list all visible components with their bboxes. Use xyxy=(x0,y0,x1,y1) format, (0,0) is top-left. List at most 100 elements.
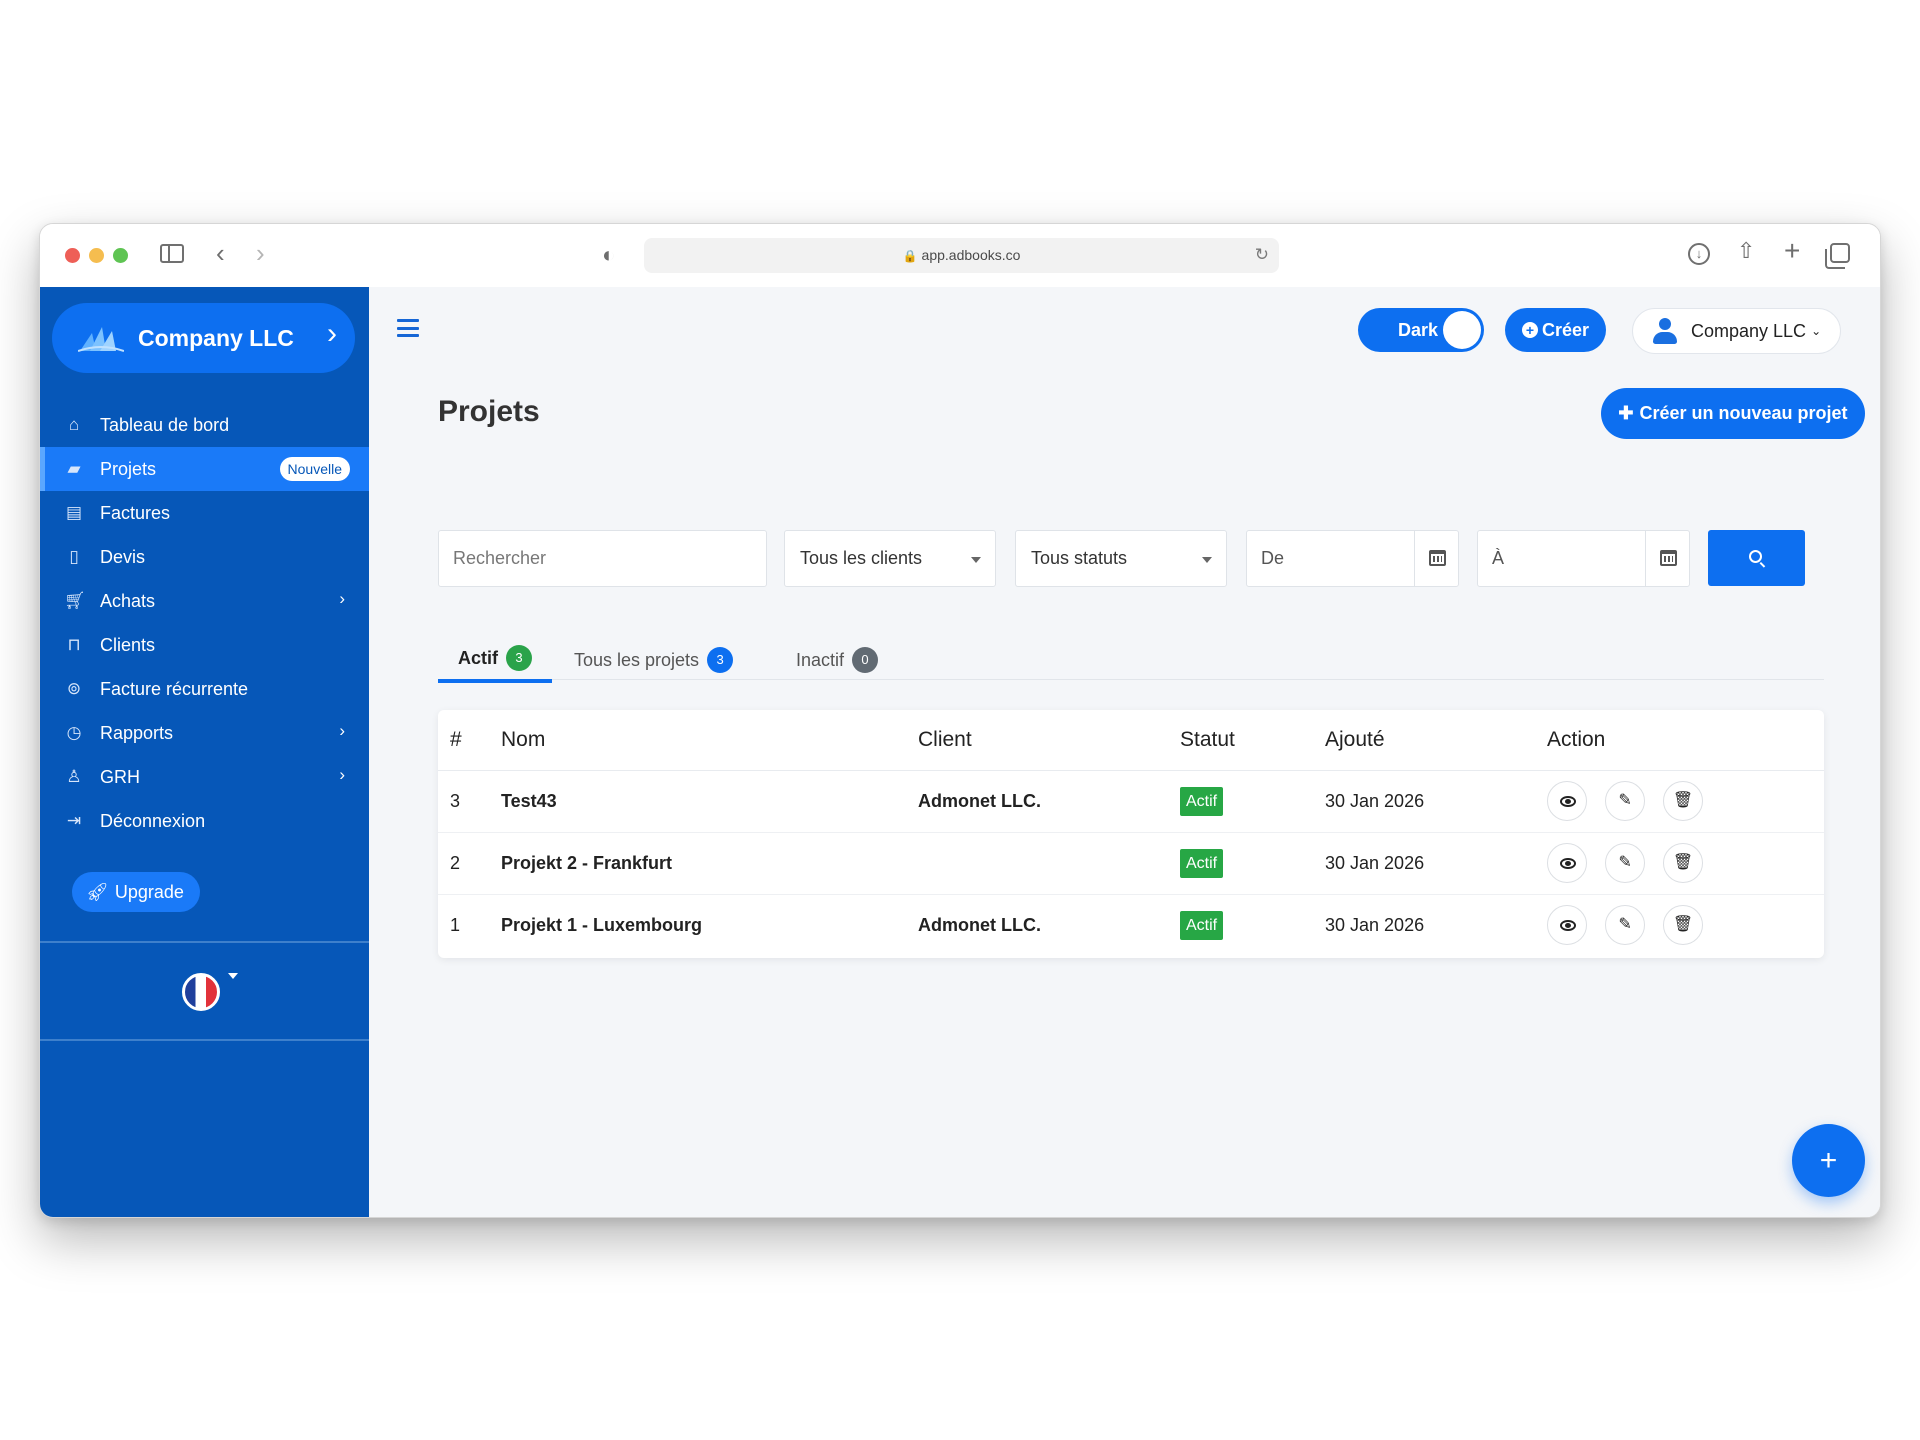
tab-overview-icon[interactable] xyxy=(1825,243,1850,269)
sidebar-item-clients[interactable]: ⊓ Clients xyxy=(40,623,369,667)
brand-logo-icon xyxy=(78,327,124,352)
sidebar-item-label: Factures xyxy=(100,502,171,523)
user-icon: ♙ xyxy=(66,767,82,786)
privacy-shield-icon[interactable]: ◐ xyxy=(602,244,615,266)
forward-icon[interactable]: › xyxy=(256,240,265,266)
caret-down-icon[interactable] xyxy=(228,973,238,979)
create-new-project-button[interactable]: ✚ Créer un nouveau projet xyxy=(1601,388,1865,439)
create-new-project-label: Créer un nouveau projet xyxy=(1639,403,1848,423)
trash-icon: 🗑︎ xyxy=(1672,792,1694,809)
upgrade-button[interactable]: 🚀︎ Upgrade xyxy=(72,872,200,912)
plus-icon: ✚ xyxy=(1618,403,1634,423)
lock-icon: ⊓ xyxy=(67,635,81,654)
tab-all-projects[interactable]: Tous les projets 3 xyxy=(554,640,753,680)
sidebar-item-label: Clients xyxy=(100,634,156,655)
address-bar[interactable]: 🔒 app.adbooks.co ↻ xyxy=(644,238,1279,273)
close-window-button[interactable] xyxy=(65,248,80,263)
sidebar-item-invoices[interactable]: ▤ Factures xyxy=(40,491,369,535)
browser-sidebar-icon[interactable] xyxy=(160,244,184,263)
plus-circle-icon: + xyxy=(1521,322,1538,338)
brand-name: Company LLC xyxy=(138,325,294,351)
delete-button[interactable]: 🗑︎ xyxy=(1663,843,1704,883)
search-input[interactable] xyxy=(438,530,767,587)
cell-actions: ✎ 🗑︎ xyxy=(1547,832,1824,895)
clients-select[interactable]: Tous les clients xyxy=(784,530,996,587)
table-row: 3 Test43 Admonet LLC. Actif 30 Jan 2026 … xyxy=(438,770,1824,833)
cell-num: 2 xyxy=(438,832,501,895)
dark-mode-toggle[interactable]: Dark xyxy=(1358,308,1484,352)
view-button[interactable] xyxy=(1547,781,1587,821)
sidebar-item-projects[interactable]: ▰ Projets Nouvelle xyxy=(40,447,369,491)
minimize-window-button[interactable] xyxy=(89,248,104,263)
sidebar-item-label: Facture récurrente xyxy=(100,678,249,699)
new-tab-icon[interactable]: + xyxy=(1784,237,1800,265)
delete-button[interactable]: 🗑︎ xyxy=(1663,905,1704,946)
view-button[interactable] xyxy=(1547,843,1587,883)
view-button[interactable] xyxy=(1547,905,1587,946)
status-select-value: Tous statuts xyxy=(1031,548,1128,568)
pencil-icon: ✎ xyxy=(1618,854,1632,871)
caret-down-icon xyxy=(971,557,981,563)
clients-select-value: Tous les clients xyxy=(800,548,923,568)
edit-button[interactable]: ✎ xyxy=(1605,781,1646,821)
cell-num: 3 xyxy=(438,770,501,833)
sidebar-menu: ⌂ Tableau de bord ▰ Projets Nouvelle ▤ F… xyxy=(40,403,369,843)
maximize-window-button[interactable] xyxy=(113,248,128,263)
sidebar-item-label: Rapports xyxy=(100,722,174,743)
invoice-icon: ▤ xyxy=(65,503,83,522)
share-icon[interactable]: ⇧ xyxy=(1737,240,1755,262)
tab-active[interactable]: Actif 3 xyxy=(438,640,552,683)
cell-added: 30 Jan 2026 xyxy=(1325,770,1547,833)
cell-actions: ✎ 🗑︎ xyxy=(1547,894,1824,956)
pencil-icon: ✎ xyxy=(1618,792,1632,809)
sidebar-item-label: Achats xyxy=(100,590,156,611)
rocket-icon: 🚀︎ xyxy=(86,881,109,902)
date-from-field[interactable]: De xyxy=(1246,530,1459,587)
home-icon: ⌂ xyxy=(68,415,80,434)
table-row: 1 Projekt 1 - Luxembourg Admonet LLC. Ac… xyxy=(438,894,1824,956)
back-icon[interactable]: ‹ xyxy=(216,240,225,266)
cell-added: 30 Jan 2026 xyxy=(1325,832,1547,895)
tab-inactive[interactable]: Inactif 0 xyxy=(776,640,898,680)
project-tabs: Actif 3 Tous les projets 3 Inactif 0 xyxy=(438,640,1824,683)
sidebar-item-recurring-invoice[interactable]: ⊚ Facture récurrente xyxy=(40,667,369,711)
delete-button[interactable]: 🗑︎ xyxy=(1663,781,1704,821)
calendar-icon xyxy=(1660,550,1677,566)
sidebar-item-hr[interactable]: ♙ GRH › xyxy=(40,755,369,799)
date-from-picker-button[interactable] xyxy=(1414,531,1458,586)
table-row: 2 Projekt 2 - Frankfurt Actif 30 Jan 202… xyxy=(438,832,1824,895)
reload-icon[interactable]: ↻ xyxy=(1255,245,1269,265)
user-menu[interactable]: Company LLC ⌄ xyxy=(1632,308,1841,354)
sidebar-item-dashboard[interactable]: ⌂ Tableau de bord xyxy=(40,403,369,447)
folder-open-icon: ▰ xyxy=(67,459,81,478)
status-badge: Actif xyxy=(1180,910,1224,940)
tab-label: Inactif xyxy=(796,649,845,670)
url-text: app.adbooks.co xyxy=(921,247,1021,263)
floating-add-button[interactable]: + xyxy=(1792,1124,1865,1197)
column-header-added: Ajouté xyxy=(1325,710,1547,771)
cell-num: 1 xyxy=(450,914,461,935)
toggle-knob xyxy=(1443,311,1481,349)
date-to-picker-button[interactable] xyxy=(1645,531,1689,586)
download-icon[interactable]: ↓ xyxy=(1688,243,1710,265)
date-to-field[interactable]: À xyxy=(1477,530,1690,587)
sidebar-item-logout[interactable]: ⇥ Déconnexion xyxy=(40,799,369,843)
sidebar-item-reports[interactable]: ◷ Rapports › xyxy=(40,711,369,755)
cell-name[interactable]: Test43 xyxy=(501,770,918,833)
create-label: Créer xyxy=(1541,319,1590,340)
status-select[interactable]: Tous statuts xyxy=(1015,530,1227,587)
sidebar-item-quotes[interactable]: ▯ Devis xyxy=(40,535,369,579)
sidebar-item-purchases[interactable]: 🛒︎ Achats › xyxy=(40,579,369,623)
french-flag-icon[interactable] xyxy=(182,973,220,1011)
column-header-client: Client xyxy=(918,710,1180,771)
brand-switcher[interactable]: Company LLC › xyxy=(52,303,355,373)
projects-table: # Nom Client Statut Ajouté Action 3 Test… xyxy=(438,710,1824,956)
search-button[interactable] xyxy=(1708,530,1805,586)
edit-button[interactable]: ✎ xyxy=(1605,905,1646,946)
create-button[interactable]: + Créer xyxy=(1505,308,1606,352)
cell-name[interactable]: Projekt 1 - Luxembourg xyxy=(501,894,918,956)
hamburger-menu-icon[interactable] xyxy=(397,319,419,337)
date-from-placeholder: De xyxy=(1261,548,1285,568)
edit-button[interactable]: ✎ xyxy=(1605,843,1646,883)
cell-name[interactable]: Projekt 2 - Frankfurt xyxy=(501,832,918,895)
